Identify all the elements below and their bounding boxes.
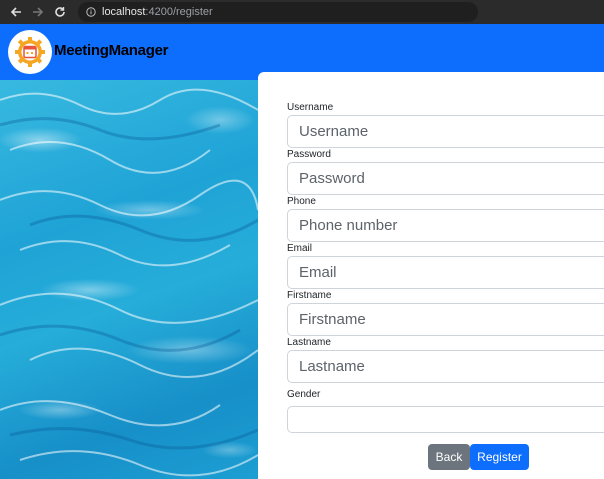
phone-label: Phone [287, 196, 316, 207]
brand-title[interactable]: MeetingManager [54, 42, 168, 59]
register-form: Username Password Phone Email Firstname … [258, 72, 604, 479]
back-button[interactable]: Back [428, 444, 470, 470]
email-input[interactable] [287, 256, 604, 289]
username-input[interactable] [287, 115, 604, 148]
register-button[interactable]: Register [470, 444, 529, 470]
url-path: :4200/register [145, 6, 213, 18]
forward-arrow-icon[interactable] [28, 2, 48, 22]
app-logo[interactable] [8, 30, 52, 74]
firstname-label: Firstname [287, 290, 332, 301]
phone-input[interactable] [287, 209, 604, 242]
username-label: Username [287, 102, 334, 113]
gender-select[interactable] [287, 406, 604, 433]
address-bar[interactable]: localhost:4200/register [78, 2, 478, 22]
email-label: Email [287, 243, 313, 254]
gender-label: Gender [287, 389, 321, 400]
back-arrow-icon[interactable] [6, 2, 26, 22]
password-label: Password [287, 149, 331, 160]
password-input[interactable] [287, 162, 604, 195]
lastname-label: Lastname [287, 337, 331, 348]
lastname-input[interactable] [287, 350, 604, 383]
gear-calendar-logo-icon [15, 37, 45, 67]
url-host: localhost [102, 6, 146, 18]
water-background-image [0, 80, 258, 479]
browser-toolbar: localhost:4200/register [0, 0, 604, 24]
firstname-input[interactable] [287, 303, 604, 336]
url-text: localhost:4200/register [102, 6, 213, 18]
reload-icon[interactable] [50, 2, 70, 22]
site-info-icon[interactable] [86, 7, 96, 17]
